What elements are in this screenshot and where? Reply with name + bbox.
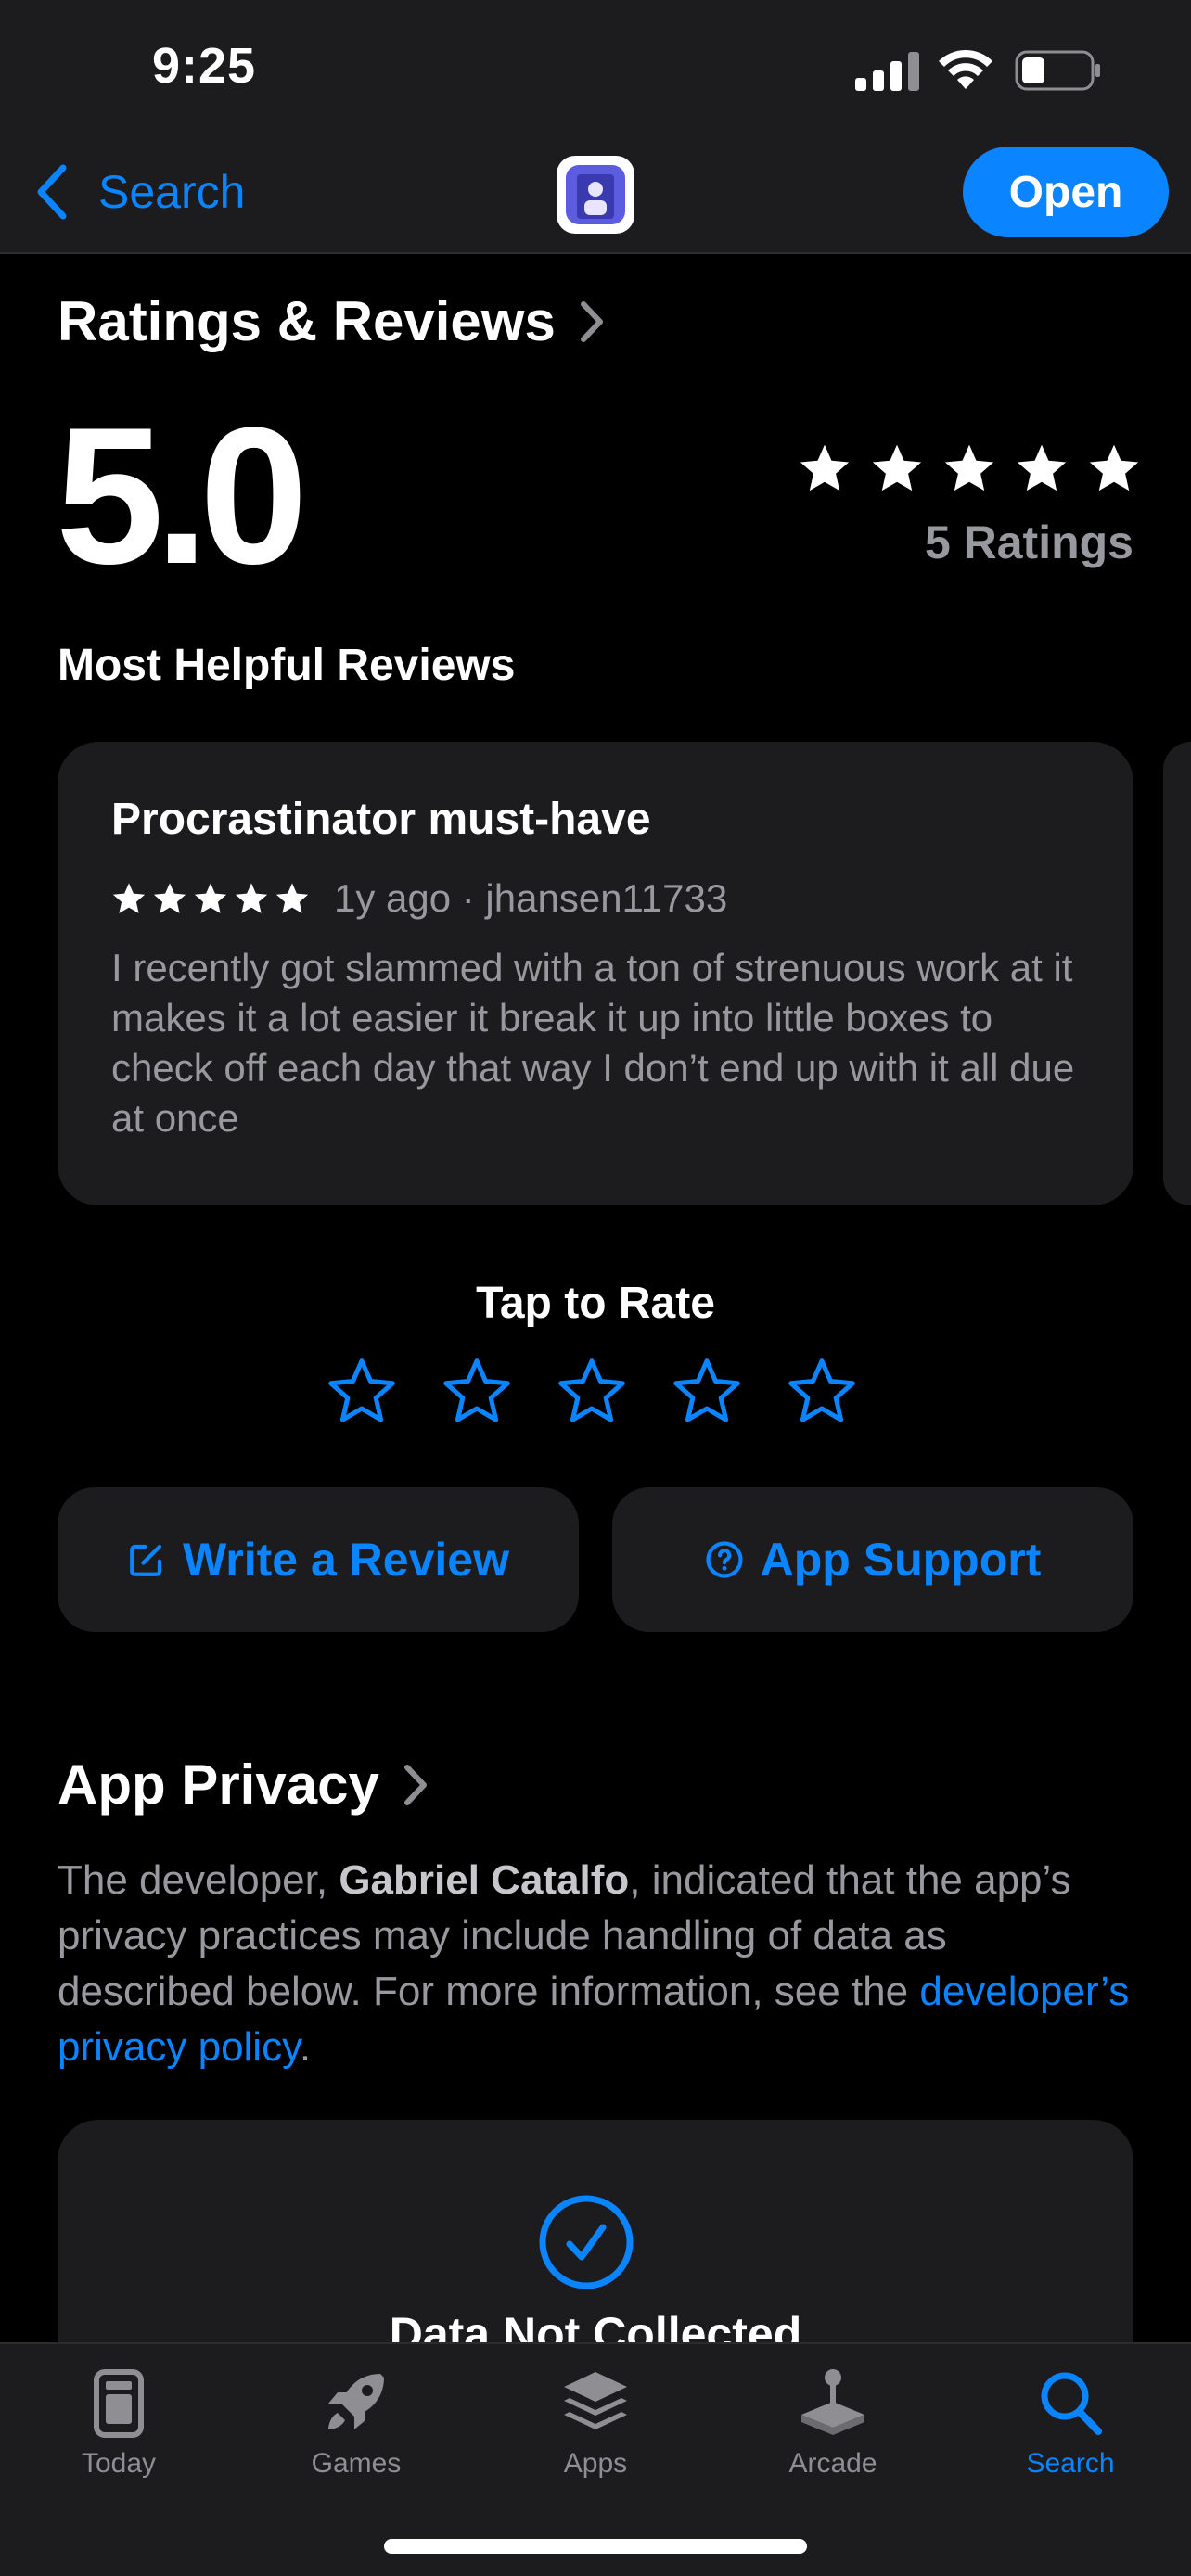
tab-today[interactable]: Today bbox=[26, 2366, 211, 2480]
privacy-description: The developer, Gabriel Catalfo, indicate… bbox=[58, 1853, 1133, 2075]
compose-icon bbox=[130, 1544, 162, 1576]
review-stars bbox=[111, 881, 310, 916]
joystick-icon bbox=[801, 2369, 864, 2435]
next-review-card-peek[interactable] bbox=[1163, 742, 1191, 1205]
question-circle-icon bbox=[706, 1541, 743, 1578]
top-bar: 9:25 Search Open bbox=[0, 0, 1191, 254]
app-icon[interactable] bbox=[557, 156, 634, 234]
write-review-button[interactable]: Write a Review bbox=[58, 1487, 579, 1632]
privacy-section-header[interactable]: App Privacy bbox=[58, 1753, 429, 1817]
star-filled-icon bbox=[1089, 444, 1139, 491]
chevron-right-icon bbox=[580, 300, 603, 342]
tab-search[interactable]: Search bbox=[978, 2366, 1163, 2480]
tab-label: Games bbox=[311, 2448, 402, 2479]
most-helpful-title: Most Helpful Reviews bbox=[58, 641, 516, 690]
review-title: Procrastinator must-have bbox=[111, 795, 651, 844]
rocket-icon bbox=[328, 2374, 384, 2429]
tab-games[interactable]: Games bbox=[263, 2366, 449, 2480]
star-filled-icon bbox=[194, 883, 227, 913]
app-support-label: App Support bbox=[760, 1534, 1042, 1586]
wifi-icon bbox=[939, 49, 992, 89]
star-outline-icon[interactable] bbox=[557, 1356, 627, 1426]
tab-label: Apps bbox=[563, 2448, 628, 2479]
review-meta: 1y ago · jhansen11733 bbox=[111, 876, 1080, 921]
star-filled-icon bbox=[112, 883, 146, 913]
tap-to-rate-label: Tap to Rate bbox=[476, 1279, 715, 1328]
review-card[interactable]: Procrastinator must-have 1y ago · jhanse… bbox=[58, 742, 1133, 1205]
chevron-right-icon bbox=[403, 1764, 427, 1805]
star-filled-icon bbox=[872, 444, 922, 491]
star-outline-icon[interactable] bbox=[442, 1356, 512, 1426]
cellular-signal-icon bbox=[855, 52, 919, 91]
tab-apps[interactable]: Apps bbox=[503, 2366, 688, 2480]
write-review-label: Write a Review bbox=[182, 1534, 509, 1586]
back-button[interactable]: Search bbox=[33, 159, 245, 224]
tab-arcade[interactable]: Arcade bbox=[740, 2366, 926, 2480]
review-date-author: 1y ago · jhansen11733 bbox=[334, 876, 728, 920]
apps-stack-icon bbox=[564, 2372, 627, 2429]
tab-label: Search bbox=[1026, 2448, 1115, 2479]
privacy-section-title: App Privacy bbox=[58, 1753, 379, 1816]
tap-to-rate-stars bbox=[327, 1356, 857, 1426]
privacy-text-after: . bbox=[299, 2024, 312, 2070]
checkmark-circle-icon bbox=[539, 2195, 634, 2289]
developer-name: Gabriel Catalfo bbox=[339, 1857, 630, 1903]
review-body: I recently got slammed with a ton of str… bbox=[111, 946, 1075, 1140]
status-time: 9:25 bbox=[152, 38, 257, 94]
rating-count: 5 Ratings bbox=[924, 516, 1133, 568]
star-outline-icon[interactable] bbox=[787, 1356, 857, 1426]
tab-label: Today bbox=[81, 2448, 157, 2479]
app-support-button[interactable]: App Support bbox=[612, 1487, 1133, 1632]
app-icon-artwork bbox=[566, 165, 625, 224]
ratings-section-title: Ratings & Reviews bbox=[58, 290, 556, 352]
ratings-section-header[interactable]: Ratings & Reviews bbox=[58, 289, 606, 353]
star-filled-icon bbox=[1017, 444, 1067, 491]
star-filled-icon bbox=[153, 883, 186, 913]
star-outline-icon[interactable] bbox=[672, 1356, 742, 1426]
open-button[interactable]: Open bbox=[963, 147, 1169, 237]
average-stars bbox=[798, 441, 1141, 495]
star-filled-icon bbox=[800, 444, 850, 491]
back-label: Search bbox=[98, 166, 246, 218]
chevron-left-icon bbox=[37, 164, 67, 220]
star-filled-icon bbox=[944, 444, 994, 491]
home-indicator[interactable] bbox=[384, 2539, 807, 2554]
privacy-text-before: The developer, bbox=[58, 1857, 339, 1903]
star-filled-icon bbox=[275, 883, 309, 913]
today-icon bbox=[94, 2369, 144, 2438]
search-icon bbox=[1041, 2372, 1102, 2435]
star-outline-icon[interactable] bbox=[327, 1356, 397, 1426]
battery-icon bbox=[1015, 50, 1100, 91]
star-filled-icon bbox=[235, 883, 268, 913]
average-rating: 5.0 bbox=[56, 387, 308, 605]
tab-label: Arcade bbox=[788, 2448, 877, 2479]
